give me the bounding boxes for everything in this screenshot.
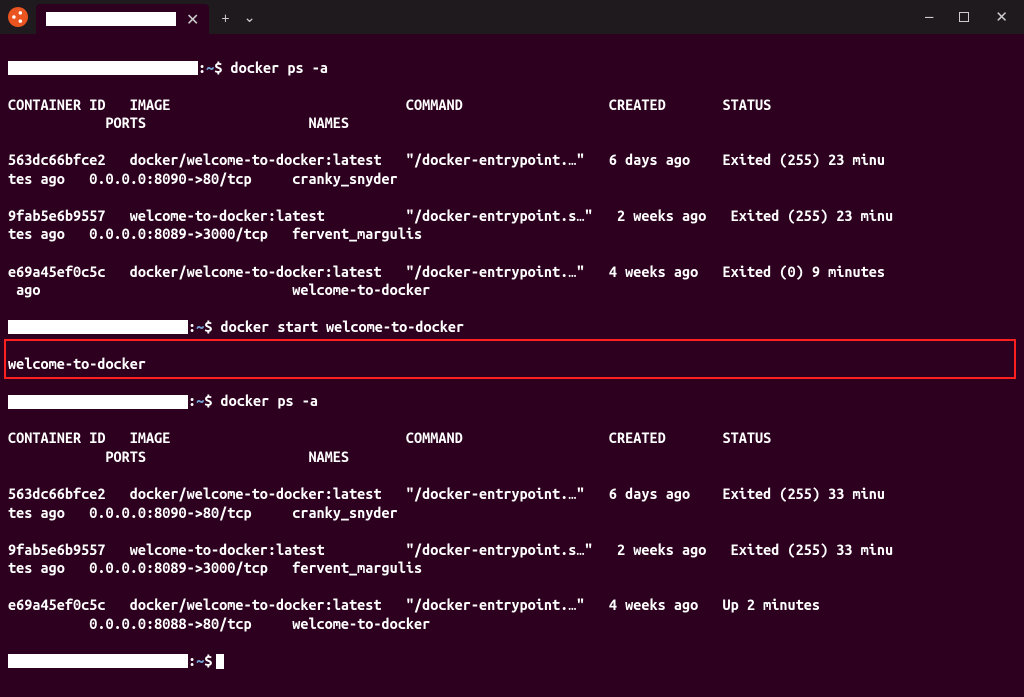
ps1-row-3: e69a45ef0c5c docker/welcome-to-docker:la… bbox=[8, 263, 1016, 300]
prompt-line-1: :~$ docker ps -a bbox=[8, 59, 1016, 78]
ps1-row-2: 9fab5e6b9557 welcome-to-docker:latest "/… bbox=[8, 207, 1016, 244]
command-3: docker ps -a bbox=[221, 392, 318, 411]
cursor bbox=[216, 654, 224, 669]
prompt-line-3: :~$ docker ps -a bbox=[8, 392, 1016, 411]
ubuntu-logo-icon bbox=[8, 7, 28, 27]
command-1: docker ps -a bbox=[231, 59, 328, 78]
ps1-row-1: 563dc66bfce2 docker/welcome-to-docker:la… bbox=[8, 151, 1016, 188]
minimize-button[interactable]: — bbox=[925, 8, 933, 26]
prompt-line-4: :~$ bbox=[8, 652, 1016, 671]
user-host-mask bbox=[8, 320, 188, 334]
ps-header-1: CONTAINER ID IMAGE COMMAND CREATED STATU… bbox=[8, 96, 1016, 133]
ps-header-2: CONTAINER ID IMAGE COMMAND CREATED STATU… bbox=[8, 429, 1016, 466]
command-2: docker start welcome-to-docker bbox=[221, 318, 465, 337]
tab-title bbox=[46, 12, 176, 26]
prompt-line-2: :~$ docker start welcome-to-docker bbox=[8, 318, 1016, 337]
tab-menu-button[interactable]: ⌄ bbox=[244, 8, 256, 26]
restore-button[interactable] bbox=[959, 8, 969, 26]
user-host-mask bbox=[8, 61, 198, 75]
titlebar: ✕ + ⌄ — ✕ bbox=[0, 0, 1024, 34]
user-host-mask bbox=[8, 654, 188, 668]
start-output: welcome-to-docker bbox=[8, 355, 1016, 374]
ps2-row-3: e69a45ef0c5c docker/welcome-to-docker:la… bbox=[8, 596, 1016, 633]
terminal-tab[interactable]: ✕ bbox=[36, 4, 209, 34]
user-host-mask bbox=[8, 395, 188, 409]
close-tab-icon[interactable]: ✕ bbox=[186, 10, 199, 29]
terminal-body[interactable]: :~$ docker ps -a CONTAINER ID IMAGE COMM… bbox=[0, 34, 1024, 697]
close-window-button[interactable]: ✕ bbox=[995, 8, 1008, 26]
new-tab-button[interactable]: + bbox=[221, 9, 229, 26]
ps2-row-1: 563dc66bfce2 docker/welcome-to-docker:la… bbox=[8, 485, 1016, 522]
ps2-row-2: 9fab5e6b9557 welcome-to-docker:latest "/… bbox=[8, 541, 1016, 578]
